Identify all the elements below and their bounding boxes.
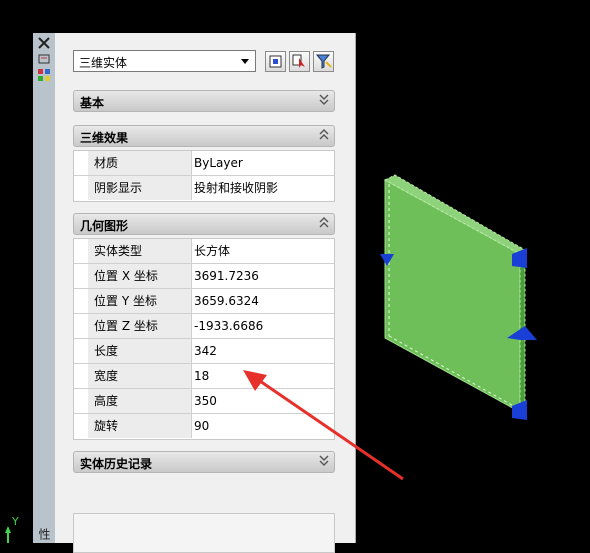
pickadd-icon	[269, 55, 282, 68]
autohide-icon[interactable]	[37, 52, 51, 66]
property-value[interactable]: 350	[194, 389, 217, 413]
section-header-3d-effects[interactable]: 三维效果	[73, 125, 335, 147]
property-row-position-z[interactable]: 位置 Z 坐标 -1933.6686	[74, 314, 334, 339]
property-label: 实体类型	[88, 239, 192, 263]
select-objects-button[interactable]	[289, 51, 310, 72]
section-title: 几何图形	[80, 219, 129, 233]
section-header-geometry[interactable]: 几何图形	[73, 213, 335, 235]
property-row-position-x[interactable]: 位置 X 坐标 3691.7236	[74, 264, 334, 289]
property-label: 旋转	[88, 414, 192, 438]
property-row-position-y[interactable]: 位置 Y 坐标 3659.6324	[74, 289, 334, 314]
ucs-icon: Y	[5, 515, 19, 543]
property-row-shadow-display[interactable]: 阴影显示 投射和接收阴影	[74, 176, 334, 201]
select-objects-icon	[292, 54, 305, 68]
property-value[interactable]: 342	[194, 339, 217, 363]
property-label: 长度	[88, 339, 192, 363]
property-label: 高度	[88, 389, 192, 413]
object-type-dropdown[interactable]: 三维实体	[73, 50, 256, 72]
ucs-y-label: Y	[11, 515, 19, 528]
chevron-down-icon	[241, 59, 249, 64]
property-label: 位置 Y 坐标	[88, 289, 192, 313]
section-title: 实体历史记录	[80, 457, 153, 471]
section-title: 基本	[80, 96, 105, 110]
quick-select-button[interactable]	[313, 51, 334, 72]
property-label: 阴影显示	[88, 176, 192, 200]
toggle-pickadd-button[interactable]	[265, 51, 286, 72]
section-header-basic[interactable]: 基本	[73, 90, 335, 112]
properties-menu-icon[interactable]	[37, 68, 51, 82]
annotation-arrow	[243, 370, 404, 481]
property-row-solid-type[interactable]: 实体类型 长方体	[74, 239, 334, 264]
collapse-icon	[319, 217, 329, 228]
close-icon[interactable]	[37, 36, 51, 50]
property-row-length[interactable]: 长度 342	[74, 339, 334, 364]
collapse-icon	[319, 129, 329, 140]
property-label: 位置 X 坐标	[88, 264, 192, 288]
section-title: 三维效果	[80, 131, 129, 145]
property-value[interactable]: 长方体	[194, 239, 230, 263]
property-value[interactable]: -1933.6686	[194, 314, 263, 338]
property-label: 材质	[88, 151, 192, 175]
property-label: 宽度	[88, 364, 192, 388]
property-value[interactable]: 90	[194, 414, 209, 438]
section-rows-3d-effects: 材质 ByLayer 阴影显示 投射和接收阴影	[73, 150, 335, 202]
property-label: 位置 Z 坐标	[88, 314, 192, 338]
property-value[interactable]: ByLayer	[194, 151, 243, 175]
property-row-material[interactable]: 材质 ByLayer	[74, 151, 334, 176]
palette-title-strip[interactable]: 特性	[33, 33, 68, 543]
description-box	[73, 513, 335, 553]
property-value[interactable]: 3691.7236	[194, 264, 259, 288]
object-type-value: 三维实体	[79, 56, 128, 70]
property-value[interactable]: 18	[194, 364, 209, 388]
expand-icon	[319, 94, 329, 105]
property-value[interactable]: 投射和接收阴影	[194, 176, 278, 200]
quick-select-icon	[315, 54, 332, 69]
property-value[interactable]: 3659.6324	[194, 289, 259, 313]
